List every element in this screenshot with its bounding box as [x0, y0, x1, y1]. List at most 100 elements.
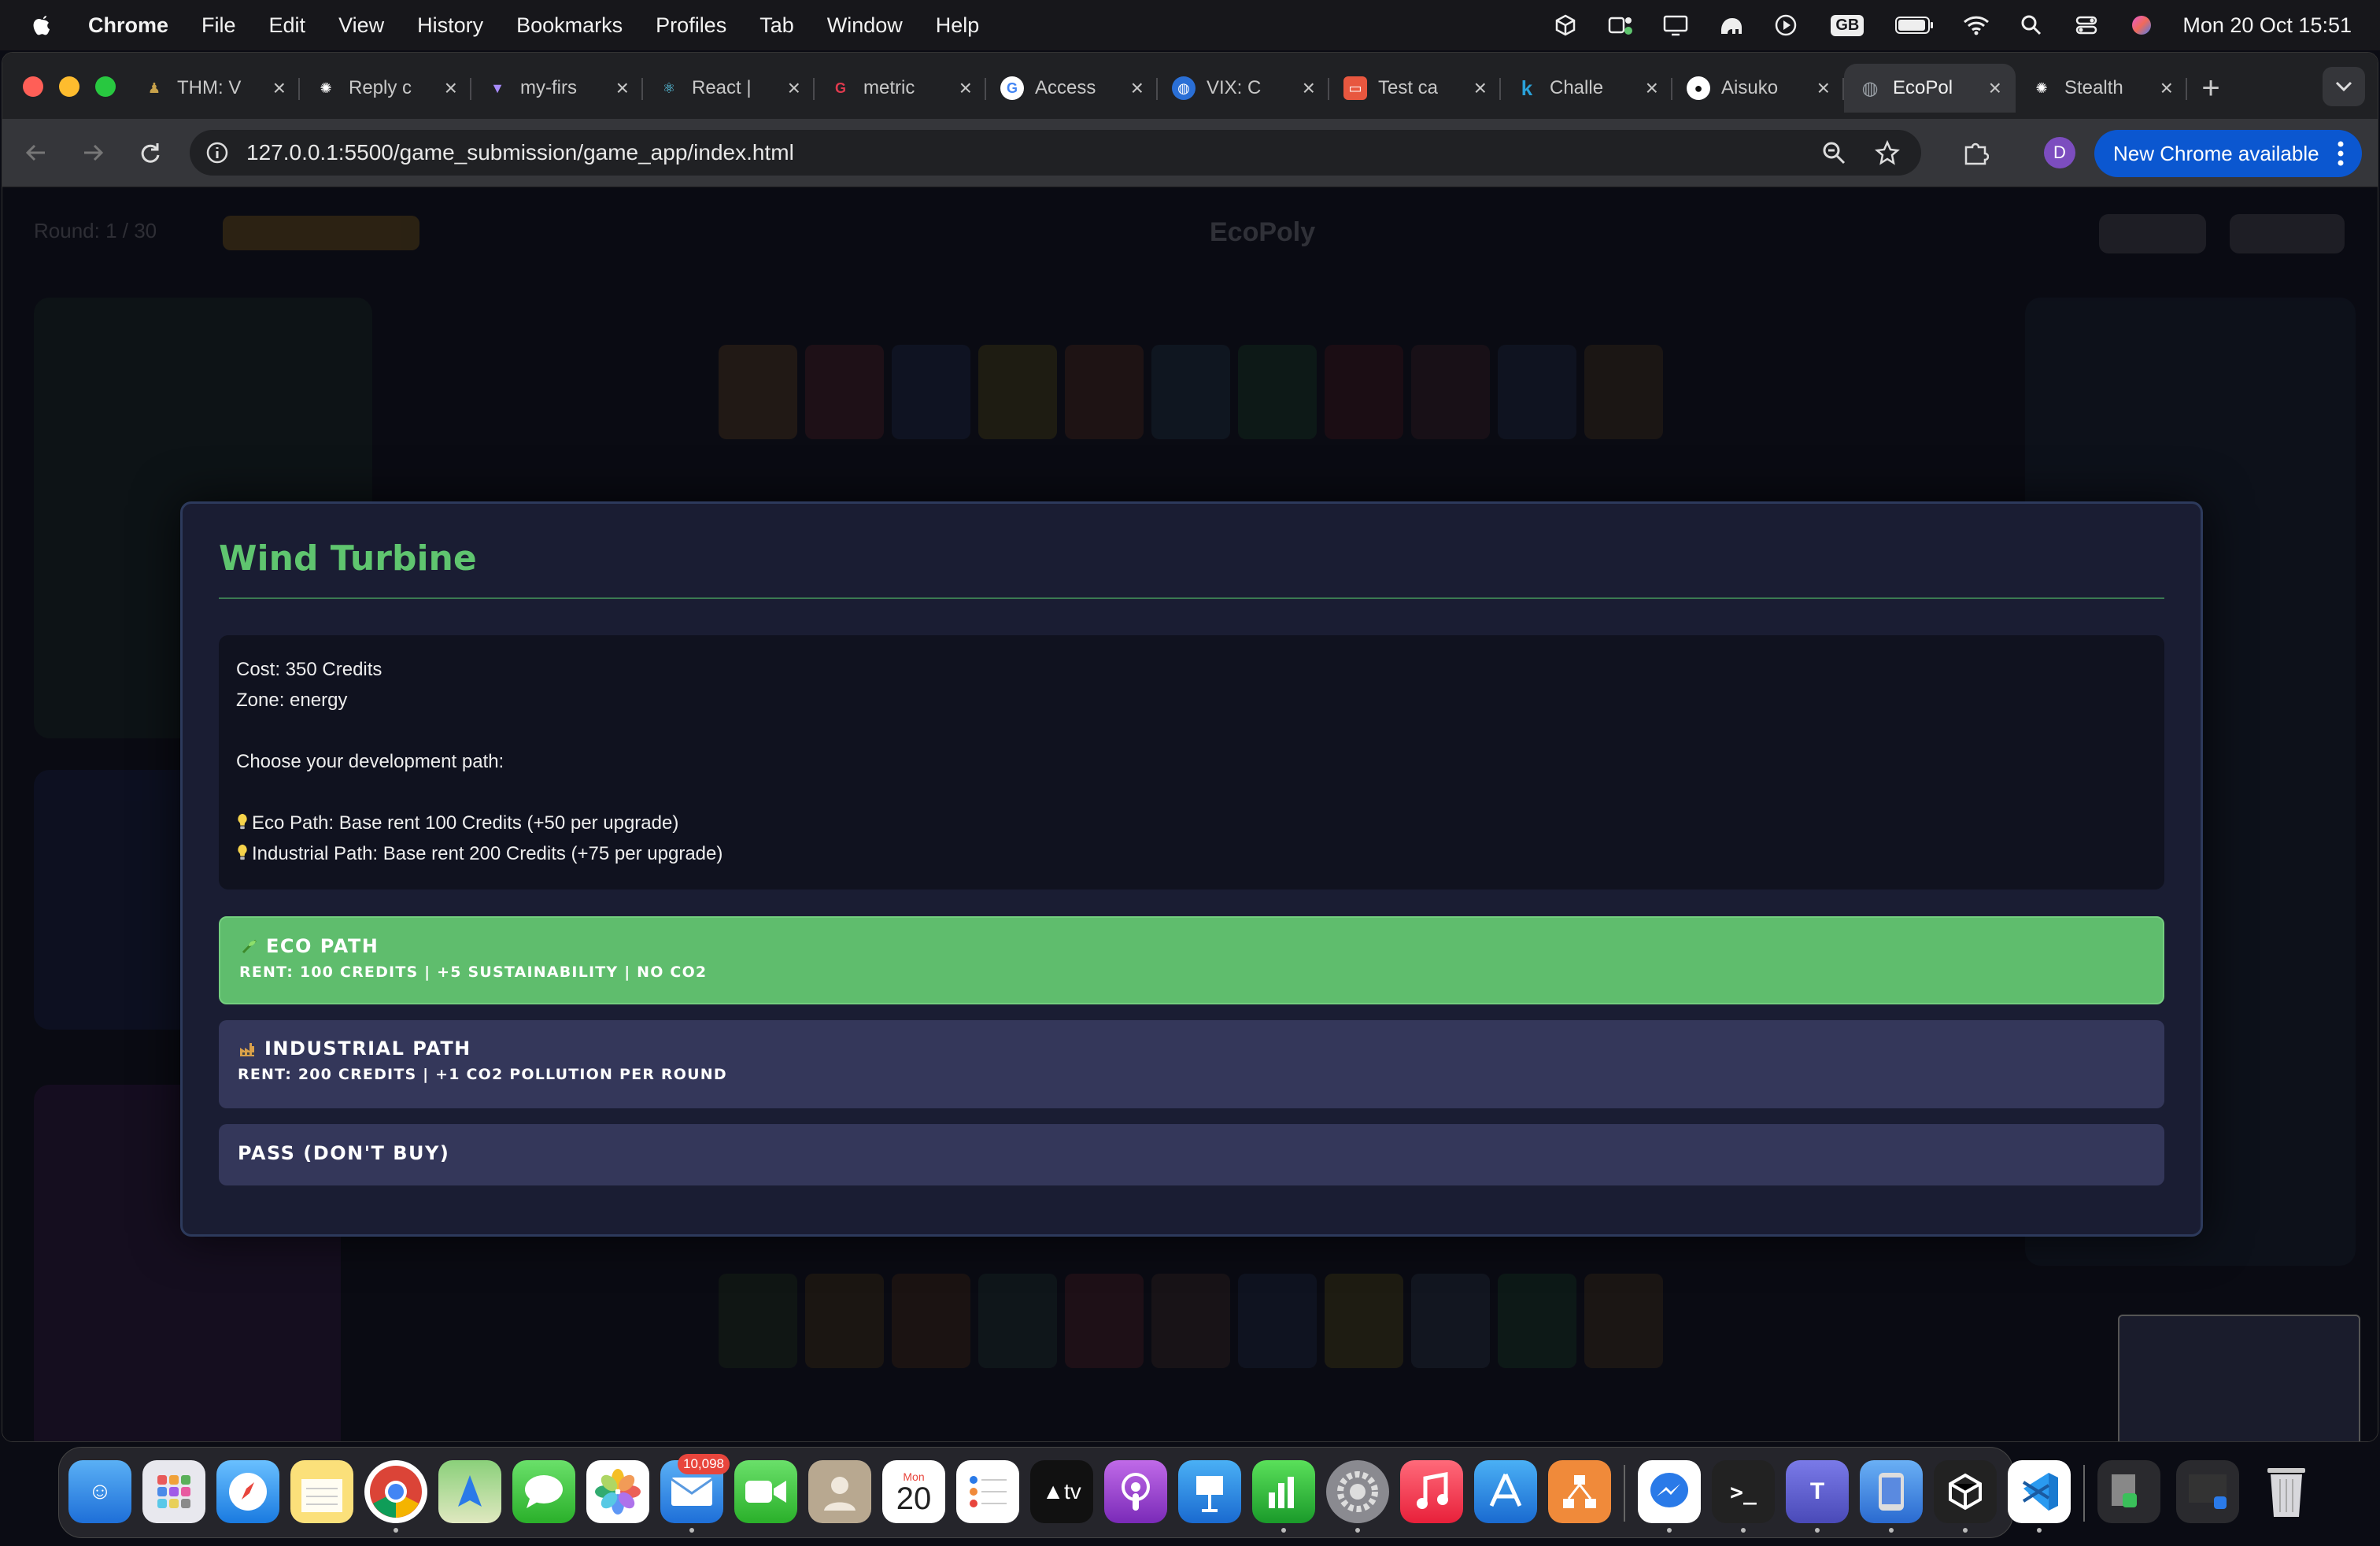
display-icon[interactable] [1661, 11, 1690, 39]
drawio-icon[interactable] [1548, 1460, 1611, 1523]
podcasts-icon[interactable] [1104, 1460, 1167, 1523]
url-text[interactable]: 127.0.0.1:5500/game_submission/game_app/… [246, 140, 794, 165]
facetime-icon[interactable] [734, 1460, 797, 1523]
menu-bookmarks[interactable]: Bookmarks [516, 13, 623, 38]
cube-icon[interactable] [1551, 11, 1580, 39]
close-tab-icon[interactable]: × [1989, 76, 2001, 101]
numbers-icon[interactable] [1252, 1460, 1315, 1523]
elephant-icon[interactable] [1717, 11, 1745, 39]
reload-button[interactable] [131, 135, 168, 171]
tab-react[interactable]: ⚛ React | × [643, 64, 815, 113]
system-settings-icon[interactable] [1326, 1460, 1389, 1523]
close-tab-icon[interactable]: × [2160, 76, 2173, 101]
play-icon[interactable] [1772, 11, 1800, 39]
lightbulb-icon [238, 813, 247, 830]
industrial-path-button[interactable]: INDUSTRIAL PATH RENT: 200 CREDITS | +1 C… [219, 1020, 2164, 1108]
spotlight-search-icon[interactable] [2017, 11, 2046, 39]
notes-icon[interactable] [290, 1460, 353, 1523]
eco-path-button[interactable]: ECO PATH RENT: 100 CREDITS | +5 SUSTAINA… [219, 916, 2164, 1004]
tab-tryhackme[interactable]: ♟ THM: V × [128, 64, 300, 113]
site-info-icon[interactable] [205, 141, 229, 165]
menu-app-name[interactable]: Chrome [88, 13, 168, 38]
tab-reply[interactable]: ✺ Reply c × [300, 64, 471, 113]
zoom-window-button[interactable] [95, 76, 116, 97]
safari-icon[interactable] [216, 1460, 279, 1523]
menu-history[interactable]: History [417, 13, 483, 38]
menu-file[interactable]: File [201, 13, 236, 38]
close-tab-icon[interactable]: × [616, 76, 629, 101]
tab-ecopoly[interactable]: ◍ EcoPol × [1844, 64, 2016, 113]
teams-icon[interactable] [1606, 11, 1635, 39]
apple-menu-icon[interactable] [27, 10, 57, 40]
pass-button[interactable]: PASS (DON'T BUY) [219, 1124, 2164, 1185]
reminders-icon[interactable] [956, 1460, 1019, 1523]
calendar-icon[interactable]: Mon 20 [882, 1460, 945, 1523]
menu-view[interactable]: View [338, 13, 384, 38]
finder-icon[interactable]: ☺ [68, 1460, 131, 1523]
reload-icon [141, 143, 160, 163]
profile-avatar[interactable]: D [2044, 137, 2075, 168]
battery-icon[interactable] [1894, 11, 1935, 39]
messenger-icon[interactable] [1638, 1460, 1701, 1523]
mail-icon[interactable]: 10,098 [660, 1454, 730, 1523]
close-window-button[interactable] [23, 76, 43, 97]
wifi-icon[interactable] [1962, 11, 1990, 39]
zoom-icon[interactable] [1819, 138, 1849, 168]
close-tab-icon[interactable]: × [1817, 76, 1830, 101]
menu-window[interactable]: Window [827, 13, 903, 38]
chrome-icon[interactable] [364, 1460, 427, 1523]
photos-icon[interactable] [586, 1460, 649, 1523]
keynote-icon[interactable] [1178, 1460, 1241, 1523]
close-tab-icon[interactable]: × [959, 76, 972, 101]
menubar-clock[interactable]: Mon 20 Oct 15:51 [2182, 13, 2352, 38]
keyboard-gb-icon[interactable]: GB [1827, 11, 1868, 39]
menu-tab[interactable]: Tab [759, 13, 794, 38]
chrome-update-button[interactable]: New Chrome available [2094, 130, 2362, 177]
appletv-icon[interactable]: ▲tv [1030, 1460, 1093, 1523]
simulator-icon[interactable] [1860, 1460, 1923, 1523]
vscode-icon[interactable] [2008, 1460, 2071, 1523]
maps-icon[interactable] [438, 1460, 501, 1523]
tab-search-button[interactable] [2323, 67, 2365, 106]
close-tab-icon[interactable]: × [788, 76, 800, 101]
board-cell [805, 345, 884, 439]
menu-edit[interactable]: Edit [269, 13, 306, 38]
bookmark-star-icon[interactable] [1872, 138, 1902, 168]
close-tab-icon[interactable]: × [273, 76, 286, 101]
close-tab-icon[interactable]: × [1474, 76, 1487, 101]
app-store-icon[interactable] [1474, 1460, 1537, 1523]
tab-vite[interactable]: ▼ my-firs × [471, 64, 643, 113]
minimize-window-button[interactable] [59, 76, 79, 97]
close-tab-icon[interactable]: × [1131, 76, 1144, 101]
menu-profiles[interactable]: Profiles [656, 13, 726, 38]
close-tab-icon[interactable]: × [1303, 76, 1315, 101]
messages-icon[interactable] [512, 1460, 575, 1523]
tab-metric[interactable]: Gmetric × [815, 64, 986, 113]
control-center-icon[interactable] [2072, 11, 2101, 39]
siri-icon[interactable] [2127, 11, 2156, 39]
close-tab-icon[interactable]: × [445, 76, 457, 101]
launchpad-icon[interactable] [142, 1460, 205, 1523]
tab-challenge[interactable]: k Challe × [1501, 64, 1672, 113]
trash-icon[interactable] [2255, 1460, 2318, 1523]
unity-icon[interactable] [1934, 1460, 1997, 1523]
forward-button[interactable] [75, 135, 111, 171]
downloads-stack-icon[interactable] [2097, 1460, 2160, 1523]
music-icon[interactable] [1400, 1460, 1463, 1523]
extensions-button[interactable] [1957, 135, 1994, 171]
address-bar[interactable]: 127.0.0.1:5500/game_submission/game_app/… [190, 130, 1921, 176]
tab-github[interactable]: ● Aisuko × [1672, 64, 1844, 113]
close-tab-icon[interactable]: × [1646, 76, 1658, 101]
window-stack-icon[interactable] [2176, 1460, 2239, 1523]
back-button[interactable] [18, 135, 54, 171]
terminal-icon[interactable]: >_ [1712, 1460, 1775, 1523]
tab-test[interactable]: ▭ Test ca × [1329, 64, 1501, 113]
contacts-icon[interactable] [808, 1460, 871, 1523]
tab-stealth[interactable]: ✺ Stealth × [2016, 64, 2187, 113]
status-badge [223, 216, 419, 250]
teams-icon[interactable]: T [1786, 1460, 1849, 1523]
tab-access[interactable]: G Access × [986, 64, 1158, 113]
new-tab-button[interactable]: + [2187, 64, 2234, 113]
tab-vix[interactable]: ◍ VIX: C × [1158, 64, 1329, 113]
menu-help[interactable]: Help [936, 13, 980, 38]
